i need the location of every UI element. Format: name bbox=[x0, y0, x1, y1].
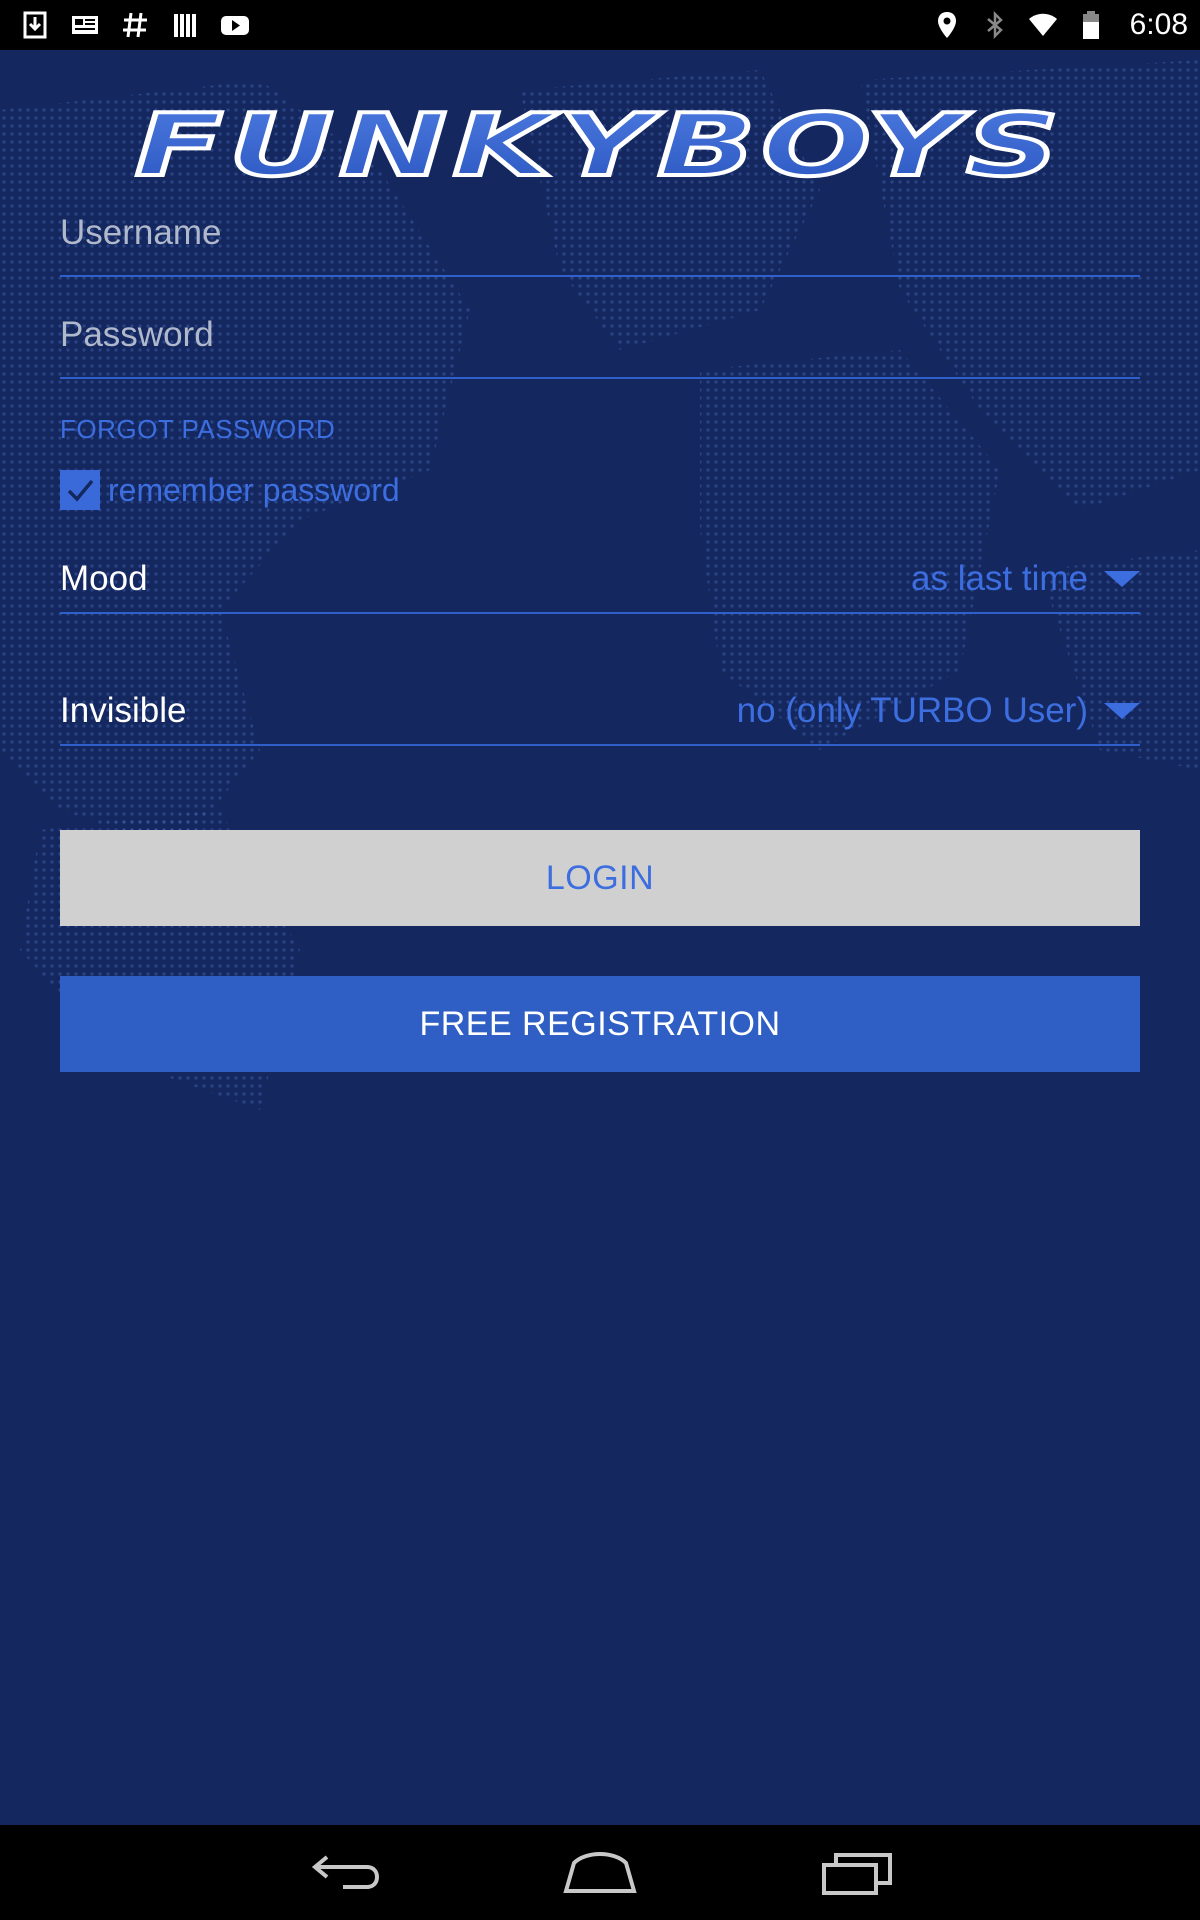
funkyboys-logo: FUNKYBOYS bbox=[130, 94, 1070, 198]
invisible-selected-value: no (only TURBO User) bbox=[736, 691, 1088, 730]
mood-select[interactable]: Mood as last time bbox=[60, 546, 1140, 614]
password-input[interactable] bbox=[60, 305, 1140, 365]
back-icon[interactable] bbox=[303, 1845, 383, 1901]
navigation-bar bbox=[0, 1825, 1200, 1920]
mood-value-wrapper[interactable]: as last time bbox=[911, 559, 1140, 599]
hashtag-icon bbox=[120, 10, 150, 40]
password-field-container bbox=[60, 305, 1140, 379]
remember-password-row[interactable]: remember password bbox=[60, 470, 400, 510]
download-icon bbox=[20, 10, 50, 40]
status-bar: 6:08 bbox=[0, 0, 1200, 50]
location-icon bbox=[932, 10, 962, 40]
free-registration-button[interactable]: FREE REGISTRATION bbox=[60, 976, 1140, 1072]
invisible-label: Invisible bbox=[60, 691, 187, 730]
mood-selected-value: as last time bbox=[911, 559, 1088, 598]
wifi-icon bbox=[1028, 10, 1058, 40]
dropdown-arrow-icon bbox=[1104, 569, 1140, 589]
status-clock: 6:08 bbox=[1129, 8, 1188, 41]
dropdown-arrow-icon bbox=[1104, 701, 1140, 721]
youtube-icon bbox=[220, 10, 250, 40]
news-icon bbox=[70, 10, 100, 40]
remember-password-label: remember password bbox=[108, 471, 400, 508]
username-input[interactable] bbox=[60, 203, 1140, 263]
home-icon[interactable] bbox=[560, 1845, 640, 1901]
logo-text: FUNKYBOYS bbox=[135, 105, 1065, 187]
check-icon bbox=[67, 479, 94, 502]
invisible-value-wrapper[interactable]: no (only TURBO User) bbox=[737, 691, 1140, 731]
mood-label: Mood bbox=[60, 559, 148, 598]
username-field-container bbox=[60, 203, 1140, 277]
remember-password-checkbox[interactable] bbox=[60, 470, 100, 510]
forgot-password-link[interactable]: FORGOT PASSWORD bbox=[60, 414, 335, 445]
bluetooth-icon bbox=[980, 10, 1010, 40]
library-icon bbox=[170, 10, 200, 40]
login-button[interactable]: LOGIN bbox=[60, 830, 1140, 926]
invisible-select[interactable]: Invisible no (only TURBO User) bbox=[60, 678, 1140, 746]
recent-apps-icon[interactable] bbox=[818, 1845, 898, 1901]
login-screen: 6:08 FUNKYBOYS Username FORGOT PASSWORD … bbox=[0, 0, 1200, 1920]
battery-icon bbox=[1076, 10, 1106, 40]
